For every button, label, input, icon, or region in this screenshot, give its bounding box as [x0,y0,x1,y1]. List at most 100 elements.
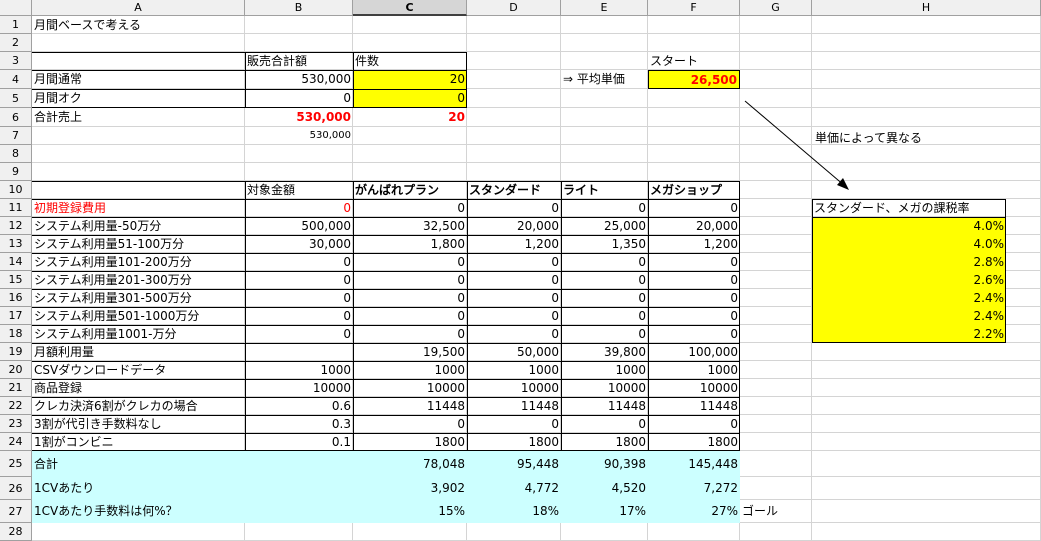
row-header-7[interactable]: 7 [0,127,32,145]
grid-cell[interactable] [648,16,740,34]
label-start[interactable]: スタート [648,52,740,70]
table-value[interactable]: 32,500 [353,217,467,235]
table-value[interactable]: 100,000 [648,343,740,361]
row-header-16[interactable]: 16 [0,289,32,307]
table-value[interactable]: 0 [648,271,740,289]
grid-cell[interactable] [812,523,1041,541]
grid-cell[interactable] [812,343,1041,361]
label-monthly-normal[interactable]: 月間通常 [32,70,245,89]
grid-cell[interactable] [561,163,648,181]
grid-cell[interactable] [32,127,245,145]
grid-cell[interactable] [740,343,812,361]
grid-cell[interactable] [245,451,353,477]
value-monthly-auction-count[interactable]: 0 [353,89,467,108]
table-header-4[interactable]: メガショップ [648,181,740,199]
grid-cell[interactable] [812,89,1041,108]
row-label[interactable]: 商品登録 [32,379,245,397]
table-value[interactable]: 0 [353,325,467,343]
grid-cell[interactable] [740,523,812,541]
grid-cell[interactable] [32,34,245,52]
row-header-17[interactable]: 17 [0,307,32,325]
table-value[interactable]: 50,000 [467,343,561,361]
grid-cell[interactable] [812,433,1041,451]
grid-cell[interactable] [740,289,812,307]
grid-cell[interactable] [740,397,812,415]
table-value[interactable]: 0 [353,199,467,217]
grid-cell[interactable] [467,108,561,127]
tax-rate-value[interactable]: 4.0% [812,217,1006,235]
summary-label[interactable]: 合計 [32,451,245,477]
table-value[interactable]: 0 [561,271,648,289]
summary-value[interactable]: 27% [648,500,740,523]
grid-cell[interactable] [812,500,1041,523]
tax-rate-value[interactable]: 2.2% [812,325,1006,343]
table-value[interactable]: 1800 [648,433,740,451]
grid-cell[interactable] [812,70,1041,89]
row-header-9[interactable]: 9 [0,163,32,181]
table-value[interactable]: 10000 [353,379,467,397]
row-header-12[interactable]: 12 [0,217,32,235]
grid-cell[interactable] [32,52,245,70]
grid-cell[interactable] [561,127,648,145]
table-value[interactable]: 0 [467,271,561,289]
grid-cell[interactable] [740,127,812,145]
grid-cell[interactable] [812,52,1041,70]
grid-cell[interactable] [467,145,561,163]
row-header-21[interactable]: 21 [0,379,32,397]
table-value[interactable]: 0 [245,307,353,325]
tax-rate-value[interactable]: 2.4% [812,289,1006,307]
grid-cell[interactable] [561,34,648,52]
table-value[interactable]: 1000 [353,361,467,379]
row-header-28[interactable]: 28 [0,523,32,541]
row-header-4[interactable]: 4 [0,70,32,89]
grid-cell[interactable] [467,523,561,541]
summary-label[interactable]: 1CVあたり [32,477,245,500]
column-header-b[interactable]: B [245,0,353,16]
sheet-title[interactable]: 月間ベースで考える [32,16,245,34]
summary-label[interactable]: 1CVあたり手数料は何%？ [32,500,245,523]
table-value[interactable]: 1000 [245,361,353,379]
table-value[interactable]: 0 [561,253,648,271]
grid-cell[interactable] [467,127,561,145]
row-header-26[interactable]: 26 [0,477,32,500]
column-header-g[interactable]: G [740,0,812,16]
grid-cell[interactable] [740,181,812,199]
table-value[interactable]: 0 [245,325,353,343]
header-sales-total[interactable]: 販売合計額 [245,52,353,70]
grid-cell[interactable] [740,253,812,271]
value-monthly-auction-sales[interactable]: 0 [245,89,353,108]
row-label[interactable]: 月額利用量 [32,343,245,361]
table-value[interactable]: 11448 [467,397,561,415]
grid-cell[interactable] [648,34,740,52]
grid-cell[interactable] [812,451,1041,477]
grid-cell[interactable] [353,163,467,181]
grid-cell[interactable] [467,34,561,52]
summary-value[interactable]: 145,448 [648,451,740,477]
grid-cell[interactable] [812,415,1041,433]
grid-cell[interactable] [740,415,812,433]
table-value[interactable]: 0 [561,199,648,217]
table-value[interactable]: 0 [245,253,353,271]
grid-cell[interactable] [740,145,812,163]
table-value[interactable] [245,343,353,361]
grid-cell[interactable] [353,127,467,145]
table-value[interactable]: 10000 [245,379,353,397]
table-value[interactable]: 20,000 [467,217,561,235]
row-label[interactable]: システム利用量1001-万分 [32,325,245,343]
grid-cell[interactable] [740,307,812,325]
table-value[interactable]: 0 [467,415,561,433]
grid-cell[interactable] [648,163,740,181]
grid-cell[interactable] [648,523,740,541]
table-value[interactable]: 0 [561,289,648,307]
value-monthly-normal-sales[interactable]: 530,000 [245,70,353,89]
row-label[interactable]: クレカ決済6割がクレカの場合 [32,397,245,415]
grid-cell[interactable] [32,181,245,199]
table-value[interactable]: 11448 [561,397,648,415]
column-header-c[interactable]: C [353,0,467,16]
grid-cell[interactable] [740,199,812,217]
table-value[interactable]: 0 [353,289,467,307]
table-value[interactable]: 1000 [467,361,561,379]
grid-cell[interactable] [740,433,812,451]
grid-cell[interactable] [740,34,812,52]
table-value[interactable]: 0 [467,307,561,325]
